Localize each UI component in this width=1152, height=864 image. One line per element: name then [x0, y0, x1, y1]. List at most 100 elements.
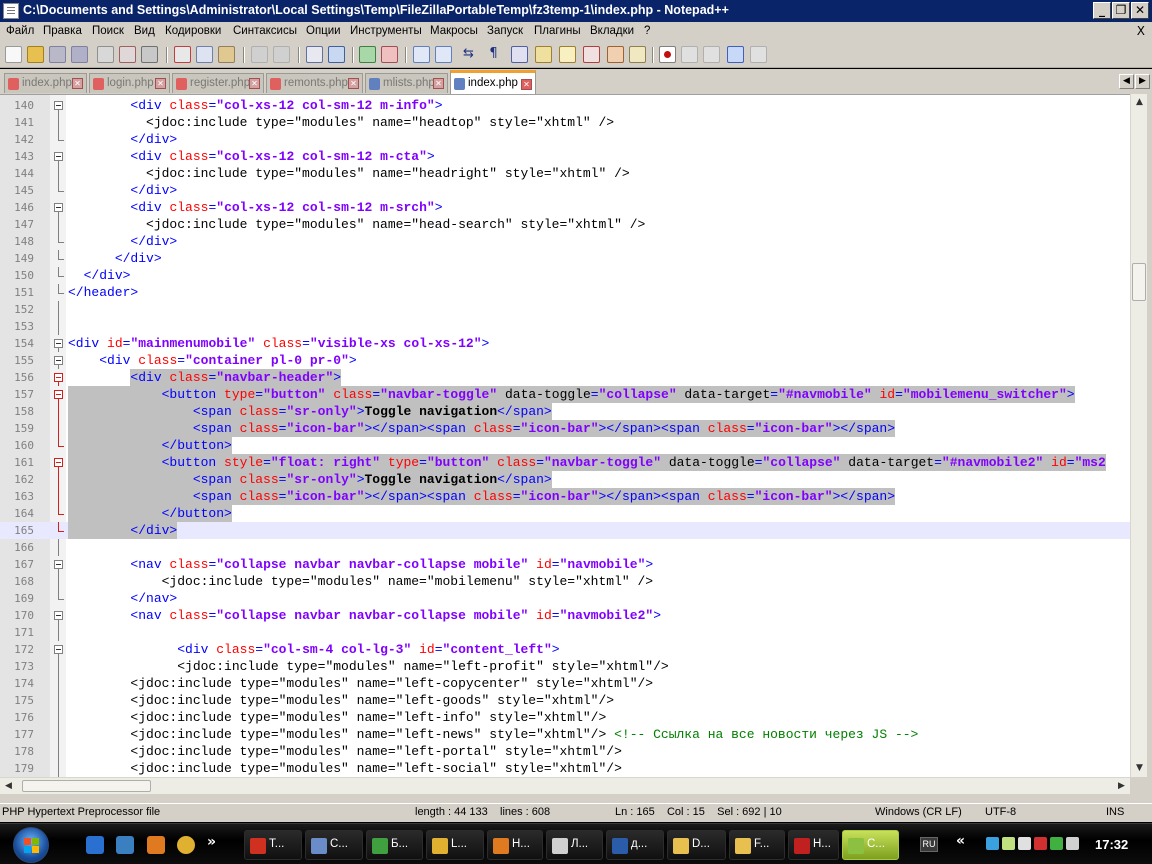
- code-line[interactable]: 156 <div class="navbar-header">: [0, 369, 1130, 386]
- cut-icon[interactable]: [174, 46, 191, 63]
- code-line[interactable]: 178 <jdoc:include type="modules" name="l…: [0, 743, 1130, 760]
- code-editor[interactable]: 140 <div class="col-xs-12 col-sm-12 m-in…: [0, 94, 1130, 777]
- tab-close-icon[interactable]: ✕: [521, 79, 532, 90]
- paste-icon[interactable]: [218, 46, 235, 63]
- code-line[interactable]: 170 <nav class = "collapse navbar navbar-c…: [0, 607, 1130, 624]
- taskbar-button[interactable]: L...: [426, 830, 484, 860]
- code-line[interactable]: 172 <div class="col-sm-4 col-lg-3" id="c…: [0, 641, 1130, 658]
- stop-macro-icon[interactable]: [681, 46, 698, 63]
- menu-tabs[interactable]: Вкладки: [590, 25, 634, 37]
- close-button[interactable]: ✕: [1131, 2, 1149, 19]
- code-line[interactable]: 146 <div class="col-xs-12 col-sm-12 m-sr…: [0, 199, 1130, 216]
- find-icon[interactable]: [306, 46, 323, 63]
- close-document-button[interactable]: X: [1137, 24, 1145, 38]
- menu-help[interactable]: ?: [644, 25, 650, 37]
- new-file-icon[interactable]: [5, 46, 22, 63]
- code-line[interactable]: 151 </header>: [0, 284, 1130, 301]
- tray-usb-icon[interactable]: [1018, 837, 1031, 850]
- code-line[interactable]: 163 <span class="icon-bar"></span><span …: [0, 488, 1130, 505]
- menu-file[interactable]: Файл: [6, 25, 34, 37]
- copy-icon[interactable]: [196, 46, 213, 63]
- taskbar-button[interactable]: д...: [606, 830, 664, 860]
- start-button[interactable]: [13, 827, 49, 863]
- indent-guide-icon[interactable]: [511, 46, 528, 63]
- fold-toggle-icon[interactable]: [54, 373, 63, 382]
- code-line[interactable]: 164 </button>: [0, 505, 1130, 522]
- menu-view[interactable]: Вид: [134, 25, 155, 37]
- show-all-chars-icon[interactable]: ¶: [485, 46, 502, 63]
- menu-run[interactable]: Запуск: [487, 25, 523, 37]
- code-line[interactable]: 169 </nav>: [0, 590, 1130, 607]
- code-line[interactable]: 175 <jdoc:include type="modules" name="l…: [0, 692, 1130, 709]
- code-line[interactable]: 171: [0, 624, 1130, 641]
- code-line[interactable]: 174 <jdoc:include type="modules" name="l…: [0, 675, 1130, 692]
- code-line[interactable]: 144 <jdoc:include type="modules" name="h…: [0, 165, 1130, 182]
- tray-update-icon[interactable]: [1050, 837, 1063, 850]
- taskbar-button[interactable]: Н...: [487, 830, 543, 860]
- menu-search[interactable]: Поиск: [92, 25, 124, 37]
- quicklaunch-more-icon[interactable]: »: [207, 834, 216, 850]
- vertical-scrollbar[interactable]: ▲ ▼: [1130, 94, 1147, 777]
- code-line[interactable]: 173 <jdoc:include type="modules" name="l…: [0, 658, 1130, 675]
- undo-icon[interactable]: [251, 46, 268, 63]
- tab-index-php-active[interactable]: index.php ✕: [450, 70, 536, 94]
- tab-remonts-php[interactable]: remonts.php ✕: [266, 73, 363, 93]
- replace-icon[interactable]: [328, 46, 345, 63]
- fold-toggle-icon[interactable]: [54, 458, 63, 467]
- tab-index-php[interactable]: index.php ✕: [4, 73, 87, 93]
- sublime-quicklaunch-icon[interactable]: [147, 836, 165, 854]
- tab-close-icon[interactable]: ✕: [348, 78, 359, 89]
- scroll-right-icon[interactable]: ▶: [1113, 778, 1130, 795]
- fold-toggle-icon[interactable]: [54, 560, 63, 569]
- show-desktop-icon[interactable]: [116, 836, 134, 854]
- word-wrap-icon[interactable]: ⇆: [460, 46, 477, 63]
- code-line[interactable]: 176 <jdoc:include type="modules" name="l…: [0, 709, 1130, 726]
- scroll-down-icon[interactable]: ▼: [1131, 760, 1148, 777]
- clock[interactable]: 17:32: [1095, 837, 1128, 852]
- code-line[interactable]: 149 </div>: [0, 250, 1130, 267]
- tab-close-icon[interactable]: ✕: [433, 78, 444, 89]
- horizontal-scrollbar[interactable]: ◀ ▶: [0, 777, 1130, 794]
- tray-expand-icon[interactable]: «: [956, 833, 965, 849]
- code-line[interactable]: 179 <jdoc:include type="modules" name="l…: [0, 760, 1130, 777]
- menu-settings[interactable]: Опции: [306, 25, 341, 37]
- code-line[interactable]: 153: [0, 318, 1130, 335]
- code-line[interactable]: 161 <button style="float: right" type="b…: [0, 454, 1130, 471]
- taskbar-button[interactable]: C...: [305, 830, 363, 860]
- code-line[interactable]: 142 </div>: [0, 131, 1130, 148]
- fold-toggle-icon[interactable]: [54, 356, 63, 365]
- fold-toggle-icon[interactable]: [54, 152, 63, 161]
- code-line[interactable]: 166: [0, 539, 1130, 556]
- fold-toggle-icon[interactable]: [54, 390, 63, 399]
- save-icon[interactable]: [49, 46, 66, 63]
- redo-icon[interactable]: [273, 46, 290, 63]
- tab-close-icon[interactable]: ✕: [249, 78, 260, 89]
- tab-login-php[interactable]: login.php ✕: [89, 73, 170, 93]
- menu-plugins[interactable]: Плагины: [534, 25, 581, 37]
- minimize-button[interactable]: _: [1093, 2, 1111, 19]
- fold-toggle-icon[interactable]: [54, 611, 63, 620]
- fold-toggle-icon[interactable]: [54, 339, 63, 348]
- ie-icon[interactable]: [86, 836, 104, 854]
- folder-workspace-icon[interactable]: [607, 46, 624, 63]
- taskbar-button[interactable]: Б...: [366, 830, 423, 860]
- close-file-icon[interactable]: [97, 46, 114, 63]
- tab-mlists-php[interactable]: mlists.php ✕: [365, 73, 448, 93]
- run-macro-multiple-icon[interactable]: [727, 46, 744, 63]
- vertical-scroll-thumb[interactable]: [1132, 263, 1146, 301]
- taskbar-button[interactable]: T...: [244, 830, 302, 860]
- open-file-icon[interactable]: [27, 46, 44, 63]
- code-line[interactable]: 158 <span class="sr-only">Toggle navigat…: [0, 403, 1130, 420]
- menu-edit[interactable]: Правка: [43, 25, 82, 37]
- menu-macro[interactable]: Макросы: [430, 25, 478, 37]
- fold-toggle-icon[interactable]: [54, 101, 63, 110]
- monitoring-icon[interactable]: [629, 46, 646, 63]
- taskbar-button[interactable]: D...: [667, 830, 726, 860]
- taskbar-button[interactable]: F...: [729, 830, 785, 860]
- language-indicator[interactable]: RU: [920, 837, 938, 852]
- code-line[interactable]: 155 <div class="container pl-0 pr-0">: [0, 352, 1130, 369]
- tab-scroll-left-icon[interactable]: ◀: [1119, 74, 1134, 89]
- code-line[interactable]: 177 <jdoc:include type="modules" name="l…: [0, 726, 1130, 743]
- menu-language[interactable]: Синтаксисы: [233, 25, 297, 37]
- code-line[interactable]: 147 <jdoc:include type="modules" name="h…: [0, 216, 1130, 233]
